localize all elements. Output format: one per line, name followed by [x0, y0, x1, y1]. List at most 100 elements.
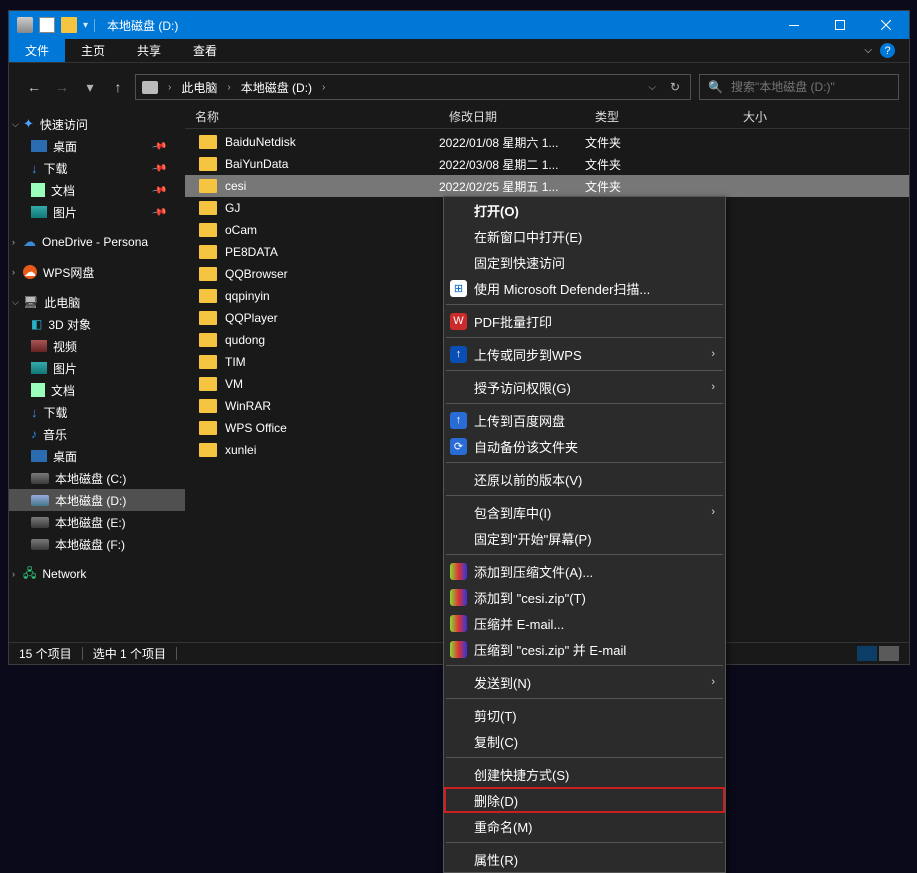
drive-icon: [31, 517, 49, 528]
folder-icon: [199, 267, 217, 281]
maximize-button[interactable]: [817, 11, 863, 39]
search-input[interactable]: [731, 80, 890, 94]
cm-defender-scan[interactable]: ⊞使用 Microsoft Defender扫描...: [444, 275, 725, 301]
sidebar-drive-f[interactable]: 本地磁盘 (F:): [9, 533, 185, 555]
tab-home[interactable]: 主页: [65, 39, 121, 62]
cm-create-shortcut[interactable]: 创建快捷方式(S): [444, 761, 725, 787]
cm-pdf-batch-print[interactable]: WPDF批量打印: [444, 308, 725, 334]
column-headers[interactable]: 名称 修改日期 类型 大小: [185, 105, 909, 129]
file-row[interactable]: cesi2022/02/25 星期五 1...文件夹: [185, 175, 909, 197]
cm-compress-cesi-email[interactable]: 压缩到 "cesi.zip" 并 E-mail: [444, 636, 725, 662]
cm-include-library[interactable]: 包含到库中(I)›: [444, 499, 725, 525]
view-large-icons-button[interactable]: [879, 646, 899, 661]
file-row[interactable]: BaiduNetdisk2022/01/08 星期六 1...文件夹: [185, 131, 909, 153]
cm-grant-access[interactable]: 授予访问权限(G)›: [444, 374, 725, 400]
file-name: qudong: [225, 333, 265, 347]
address-bar[interactable]: › 此电脑 › 本地磁盘 (D:) › ⌵ ↻: [135, 74, 691, 100]
col-type[interactable]: 类型: [585, 108, 733, 125]
tab-view[interactable]: 查看: [177, 39, 233, 62]
breadcrumb-seg[interactable]: 本地磁盘 (D:): [241, 79, 312, 96]
cm-restore-previous[interactable]: 还原以前的版本(V): [444, 466, 725, 492]
pin-icon: 📌: [151, 138, 168, 154]
help-icon[interactable]: ?: [880, 43, 895, 58]
col-name[interactable]: 名称: [185, 108, 439, 125]
cm-auto-backup[interactable]: ⟳自动备份该文件夹: [444, 433, 725, 459]
cm-open[interactable]: 打开(O): [444, 197, 725, 223]
minimize-button[interactable]: [771, 11, 817, 39]
refresh-button[interactable]: ↻: [670, 80, 680, 94]
breadcrumb-seg[interactable]: 此电脑: [181, 79, 217, 96]
sidebar-downloads2[interactable]: ↓下载: [9, 401, 185, 423]
sidebar-pictures[interactable]: 图片📌: [9, 201, 185, 223]
sidebar-drive-d[interactable]: 本地磁盘 (D:): [9, 489, 185, 511]
cm-add-archive[interactable]: 添加到压缩文件(A)...: [444, 558, 725, 584]
chevron-right-icon[interactable]: ›: [227, 82, 230, 93]
sidebar-onedrive[interactable]: ›☁OneDrive - Persona: [9, 231, 185, 253]
cm-copy[interactable]: 复制(C): [444, 728, 725, 754]
cm-pin-quick[interactable]: 固定到快速访问: [444, 249, 725, 275]
sidebar-pictures2[interactable]: 图片: [9, 357, 185, 379]
cm-compress-email[interactable]: 压缩并 E-mail...: [444, 610, 725, 636]
folder-icon: [199, 443, 217, 457]
sidebar-quick-access[interactable]: ⌵✦快速访问: [9, 113, 185, 135]
baidu-icon: ↑: [450, 412, 467, 429]
sidebar-documents[interactable]: 文档📌: [9, 179, 185, 201]
pin-icon: 📌: [151, 160, 168, 176]
sidebar-3d-objects[interactable]: ◧3D 对象: [9, 313, 185, 335]
qat-chevron-icon[interactable]: ▾: [83, 20, 88, 31]
cm-upload-baidu[interactable]: ↑上传到百度网盘: [444, 407, 725, 433]
cm-cut[interactable]: 剪切(T): [444, 702, 725, 728]
cm-rename[interactable]: 重命名(M): [444, 813, 725, 839]
search-box[interactable]: 🔍: [699, 74, 899, 100]
sidebar-videos[interactable]: 视频: [9, 335, 185, 357]
drive-icon: [17, 17, 33, 33]
upload-cloud-icon: ↑: [450, 346, 467, 363]
tab-file[interactable]: 文件: [9, 39, 65, 62]
file-type: 文件夹: [585, 178, 733, 195]
chevron-right-icon[interactable]: ›: [322, 82, 325, 93]
file-name: TIM: [225, 355, 246, 369]
cm-delete[interactable]: 删除(D): [444, 787, 725, 813]
sidebar-drive-c[interactable]: 本地磁盘 (C:): [9, 467, 185, 489]
desktop-icon: [31, 140, 47, 152]
sidebar-drive-e[interactable]: 本地磁盘 (E:): [9, 511, 185, 533]
wps-cloud-icon: ☁: [23, 265, 37, 279]
col-date[interactable]: 修改日期: [439, 108, 585, 125]
cm-open-new-window[interactable]: 在新窗口中打开(E): [444, 223, 725, 249]
chevron-right-icon[interactable]: ›: [168, 82, 171, 93]
cm-add-cesi-zip[interactable]: 添加到 "cesi.zip"(T): [444, 584, 725, 610]
cm-properties[interactable]: 属性(R): [444, 846, 725, 872]
back-button[interactable]: ←: [25, 79, 43, 96]
sidebar-music[interactable]: ♪音乐: [9, 423, 185, 445]
shield-icon: ⊞: [450, 280, 467, 297]
status-count: 15 个项目: [19, 645, 72, 662]
status-selected: 选中 1 个项目: [93, 645, 166, 662]
sidebar-this-pc[interactable]: ⌵🖥此电脑: [9, 291, 185, 313]
sidebar-downloads[interactable]: ↓下载📌: [9, 157, 185, 179]
sidebar-desktop2[interactable]: 桌面: [9, 445, 185, 467]
file-row[interactable]: BaiYunData2022/03/08 星期二 1...文件夹: [185, 153, 909, 175]
tab-share[interactable]: 共享: [121, 39, 177, 62]
cm-send-to[interactable]: 发送到(N)›: [444, 669, 725, 695]
archive-icon: [450, 641, 467, 658]
address-dropdown-icon[interactable]: ⌵: [648, 82, 656, 93]
pin-icon: 📌: [151, 204, 168, 220]
close-button[interactable]: [863, 11, 909, 39]
sidebar-network[interactable]: ›🖧Network: [9, 563, 185, 585]
sidebar-documents2[interactable]: 文档: [9, 379, 185, 401]
sidebar-desktop[interactable]: 桌面📌: [9, 135, 185, 157]
save-icon[interactable]: [39, 17, 55, 33]
sidebar-wps[interactable]: ›☁WPS网盘: [9, 261, 185, 283]
cm-upload-wps[interactable]: ↑上传或同步到WPS›: [444, 341, 725, 367]
col-size[interactable]: 大小: [733, 108, 909, 125]
up-button[interactable]: ↑: [109, 79, 127, 96]
recent-locations-button[interactable]: ▾: [81, 79, 99, 96]
ribbon-expand-icon[interactable]: ⌵: [864, 45, 872, 56]
sidebar: ⌵✦快速访问 桌面📌 ↓下载📌 文档📌 图片📌 ›☁OneDrive - Per…: [9, 105, 185, 638]
cm-pin-start[interactable]: 固定到"开始"屏幕(P): [444, 525, 725, 551]
context-menu: 打开(O) 在新窗口中打开(E) 固定到快速访问 ⊞使用 Microsoft D…: [443, 196, 726, 873]
file-name: QQBrowser: [225, 267, 288, 281]
view-details-button[interactable]: [857, 646, 877, 661]
forward-button[interactable]: →: [53, 79, 71, 96]
file-name: qqpinyin: [225, 289, 270, 303]
